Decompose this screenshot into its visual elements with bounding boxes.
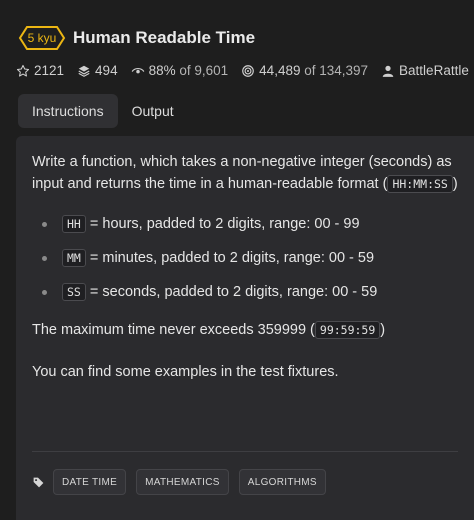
satisfaction-total: of 9,601 (179, 63, 229, 78)
hours-text: = hours, padded to 2 digits, range: 00 -… (89, 216, 360, 232)
examples-paragraph: You can find some examples in the test f… (32, 364, 339, 380)
eye-icon (131, 67, 144, 73)
star-icon (16, 64, 30, 77)
completed-total: of 134,397 (304, 63, 369, 78)
intro-paragraph: Write a function, which takes a non-nega… (32, 151, 458, 195)
minutes-code: MM (62, 249, 86, 267)
tag-icon (32, 476, 45, 489)
tab-bar: Instructions Output (18, 94, 188, 128)
max-text: The maximum time never exceeds 359999 ( (32, 322, 315, 338)
kata-stats: 2121 494 88% of 9,601 44,489 of 134,397 … (16, 63, 474, 78)
max-code: 99:59:59 (314, 321, 381, 339)
definition-list: HH = hours, padded to 2 digits, range: 0… (32, 213, 458, 303)
layers-icon (78, 65, 90, 77)
format-code: HH:MM:SS (387, 175, 453, 193)
author-stat[interactable]: BattleRattle (381, 63, 469, 78)
instructions-panel: Write a function, which takes a non-nega… (16, 136, 474, 520)
max-end: ) (380, 322, 386, 338)
tab-output[interactable]: Output (118, 94, 188, 128)
tag-algorithms[interactable]: ALGORITHMS (238, 469, 326, 495)
seconds-code: SS (62, 283, 86, 301)
max-paragraph: The maximum time never exceeds 359999 (9… (32, 319, 458, 341)
satisfaction-percent: 88% (148, 63, 176, 78)
stars-count: 2121 (34, 63, 65, 78)
bullet-icon (42, 222, 47, 227)
collections-stat: 494 (77, 63, 118, 78)
intro-end: ) (452, 176, 458, 192)
tags-divider (32, 451, 458, 452)
list-item: SS = seconds, padded to 2 digits, range:… (42, 281, 458, 303)
kata-title[interactable]: Human Readable Time (73, 28, 255, 48)
tag-list: DATE TIME MATHEMATICS ALGORITHMS (32, 469, 336, 495)
tag-mathematics[interactable]: MATHEMATICS (136, 469, 229, 495)
kata-description: Write a function, which takes a non-nega… (16, 136, 474, 383)
rank-badge: 5 kyu (18, 26, 66, 50)
target-icon (242, 64, 255, 77)
list-item: HH = hours, padded to 2 digits, range: 0… (42, 213, 458, 235)
seconds-text: = seconds, padded to 2 digits, range: 00… (89, 284, 378, 300)
tag-date-time[interactable]: DATE TIME (53, 469, 127, 495)
hours-code: HH (62, 215, 86, 233)
list-item: MM = minutes, padded to 2 digits, range:… (42, 247, 458, 269)
author-name: BattleRattle (399, 63, 469, 78)
tab-instructions[interactable]: Instructions (18, 94, 118, 128)
satisfaction-stat: 88% of 9,601 (131, 63, 229, 78)
collections-count: 494 (95, 63, 118, 78)
stars-stat[interactable]: 2121 (16, 63, 64, 78)
kata-header: 5 kyu Human Readable Time (18, 24, 255, 52)
completed-stat: 44,489 of 134,397 (241, 63, 368, 78)
minutes-text: = minutes, padded to 2 digits, range: 00… (89, 250, 375, 266)
user-icon (382, 65, 394, 77)
rank-label: 5 kyu (27, 31, 57, 45)
bullet-icon (42, 290, 47, 295)
completed-count: 44,489 (259, 63, 301, 78)
bullet-icon (42, 256, 47, 261)
